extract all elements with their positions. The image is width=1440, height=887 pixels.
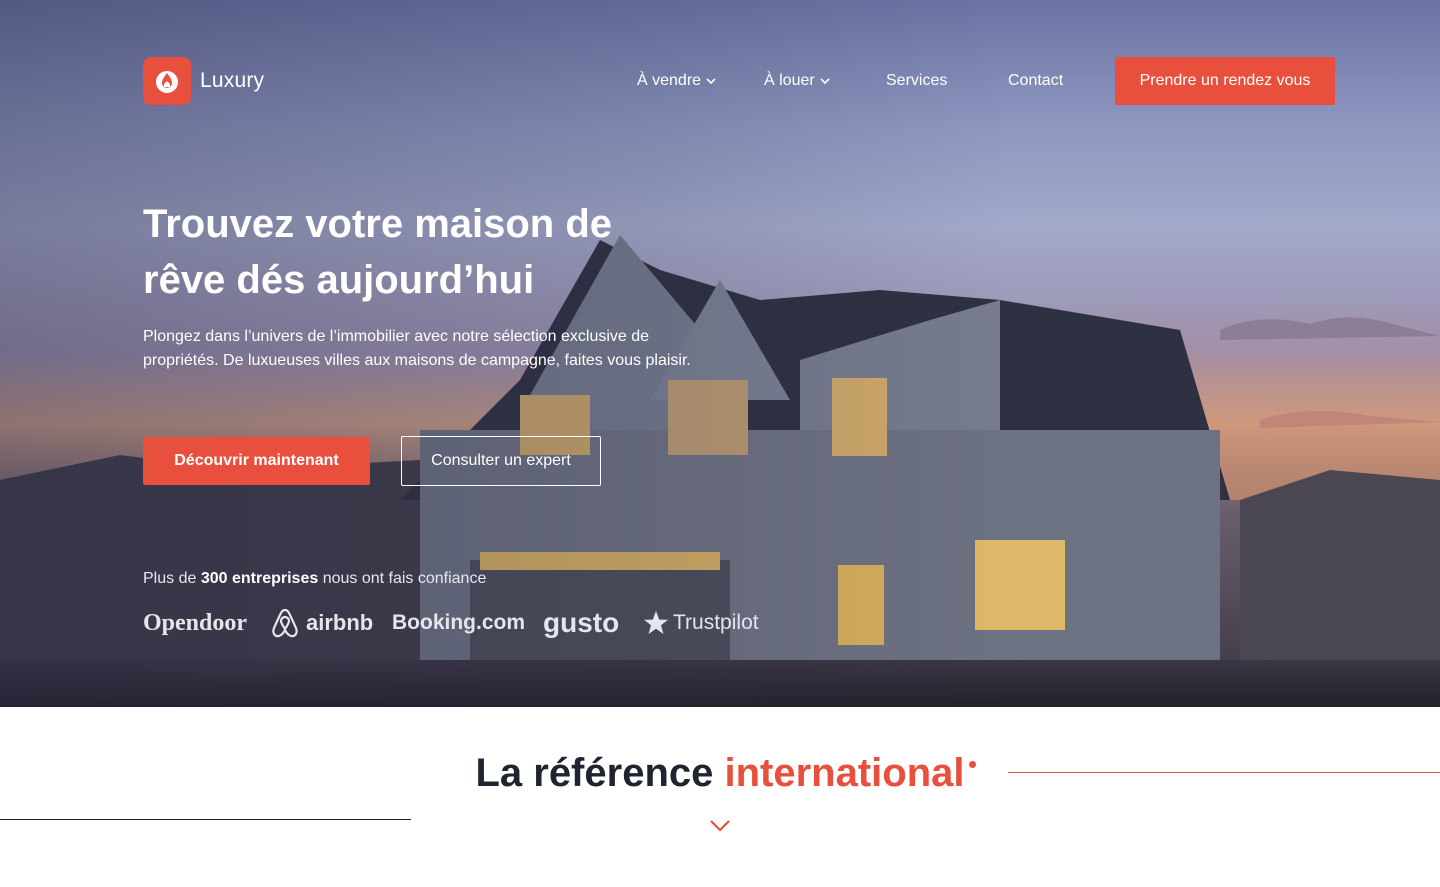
partner-name: airbnb	[306, 610, 374, 635]
section-title-accent: international	[724, 751, 976, 795]
airbnb-belo-icon	[272, 608, 298, 638]
partner-name: Trustpilot	[673, 611, 759, 634]
appointment-button[interactable]: Prendre un rendez vous	[1115, 57, 1335, 105]
discover-now-button[interactable]: Découvrir maintenant	[143, 437, 370, 485]
partner-logo-opendoor: Opendoor	[143, 603, 247, 643]
accent-dot	[968, 761, 976, 768]
trust-prefix: Plus de	[143, 570, 197, 587]
site-logo[interactable]: Luxury	[143, 57, 264, 105]
partner-name: Opendoor	[143, 609, 248, 636]
consult-expert-button[interactable]: Consulter un expert	[401, 436, 601, 486]
partner-logo-trustpilot: Trustpilot	[643, 603, 759, 643]
trust-highlight: 300 entreprises	[200, 570, 319, 587]
divider-right	[1008, 772, 1440, 773]
partner-name: gusto	[543, 607, 620, 638]
section-title: La référence international	[0, 745, 1440, 801]
star-icon	[644, 611, 668, 634]
trust-statement: Plus de 300 entreprises nous ont fais co…	[143, 570, 486, 588]
nav-item-label: À vendre	[637, 72, 702, 89]
nav-item-a-vendre[interactable]: À vendre	[637, 57, 717, 105]
nav-item-label: Services	[886, 72, 948, 89]
chevron-down-icon	[820, 78, 830, 85]
trust-suffix: nous ont fais confiance	[322, 570, 487, 587]
nav-item-label: À louer	[764, 72, 815, 89]
nav-item-a-louer[interactable]: À louer	[764, 57, 831, 105]
brand-name: Luxury	[200, 69, 265, 92]
nav-item-services[interactable]: Services	[886, 57, 947, 105]
hero-subtext: Plongez dans l’univers de l’immobilier a…	[143, 328, 691, 369]
hero-headline: Trouvez votre maison de rêve dés aujourd…	[143, 202, 613, 302]
partner-name: Booking.com	[392, 611, 526, 634]
nav-item-label: Contact	[1008, 72, 1064, 89]
section-title-accent-text: international	[724, 751, 965, 795]
chevron-down-icon	[706, 78, 716, 85]
divider-left	[0, 819, 411, 820]
nav-item-contact[interactable]: Contact	[1008, 57, 1063, 105]
hero-section: Luxury À vendre À louer Services Contact…	[0, 0, 1440, 707]
house-drop-icon	[143, 57, 191, 105]
partner-logo-airbnb: airbnb	[270, 603, 373, 643]
partner-logo-booking: Booking.com	[392, 603, 525, 643]
partner-logo-gusto: gusto	[543, 603, 619, 643]
section-title-plain: La référence	[475, 751, 714, 795]
chevron-down-icon[interactable]	[709, 818, 731, 834]
